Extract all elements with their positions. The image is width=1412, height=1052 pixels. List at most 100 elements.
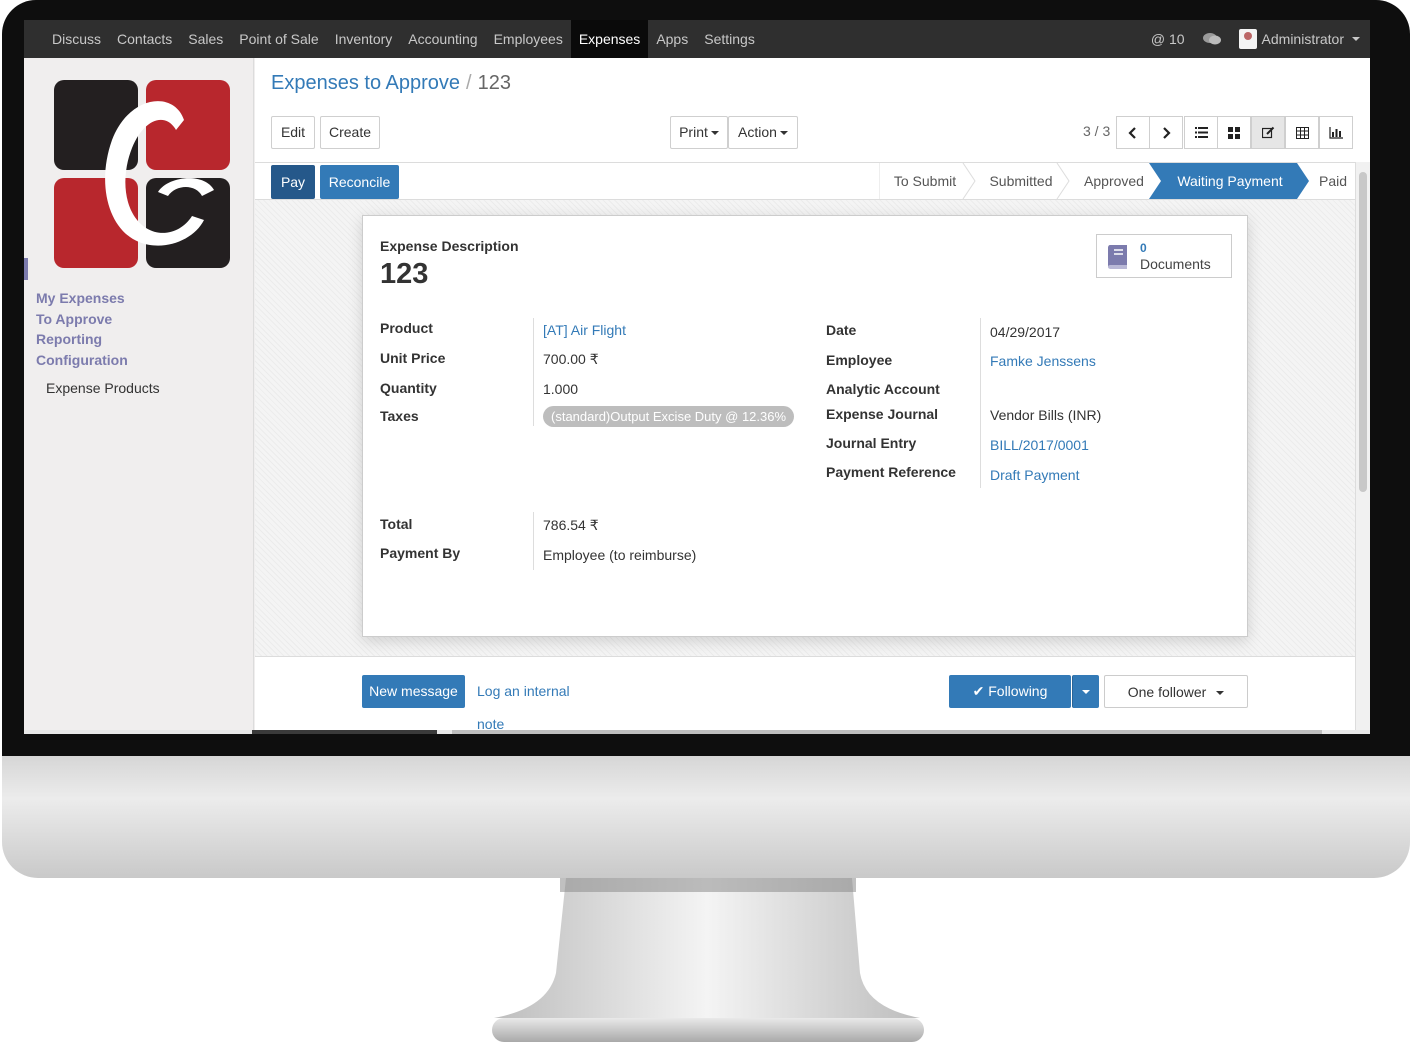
sidebar-item-my-expenses[interactable]: My Expenses: [36, 288, 160, 309]
left-sidebar: My Expenses To Approve Reporting Configu…: [24, 58, 254, 734]
app-menu: Discuss Contacts Sales Point of Sale Invento…: [44, 20, 763, 58]
sidebar-item-to-approve[interactable]: To Approve: [36, 309, 160, 330]
payment-by-label: Payment By: [380, 545, 461, 561]
breadcrumb-parent[interactable]: Expenses to Approve: [271, 72, 460, 94]
menu-item-accounting[interactable]: Accounting: [400, 20, 485, 58]
following-button[interactable]: ✔ Following: [949, 675, 1071, 708]
product-value[interactable]: [AT] Air Flight: [543, 322, 626, 338]
documents-button[interactable]: 0 Documents: [1096, 234, 1232, 278]
stage-submitted[interactable]: Submitted: [981, 163, 1061, 199]
log-note-link[interactable]: Log an internal note: [477, 675, 597, 732]
chevron-down-icon: [1216, 691, 1225, 696]
payment-by-value: Employee (to reimburse): [543, 547, 697, 563]
top-navbar: Discuss Contacts Sales Point of Sale Invento…: [24, 20, 1370, 58]
pay-button[interactable]: Pay: [271, 165, 315, 199]
menu-item-expenses[interactable]: Expenses: [570, 20, 649, 58]
stage-paid[interactable]: Paid: [1313, 163, 1353, 199]
menu-item-discuss[interactable]: Discuss: [44, 20, 109, 58]
following-label: Following: [988, 683, 1048, 699]
monitor-frame: Discuss Contacts Sales Point of Sale Invento…: [0, 0, 1412, 1052]
control-panel: Expenses to Approve /123 Edit Create Prin…: [255, 58, 1370, 162]
kanban-icon: [1228, 126, 1240, 139]
chat-icon[interactable]: [1202, 32, 1221, 46]
sidebar-active-marker: [24, 258, 28, 280]
edit-button[interactable]: Edit: [271, 116, 315, 149]
payment-reference-value[interactable]: Draft Payment: [990, 467, 1079, 483]
scrollbar-thumb[interactable]: [1359, 172, 1367, 492]
taxes-label: Taxes: [380, 408, 419, 424]
menu-item-apps[interactable]: Apps: [648, 20, 696, 58]
chevron-down-icon: [1082, 690, 1090, 695]
quantity-label: Quantity: [380, 380, 437, 396]
screen: Discuss Contacts Sales Point of Sale Invento…: [24, 20, 1370, 734]
expense-journal-label: Expense Journal: [826, 406, 939, 422]
field-divider: [980, 318, 981, 488]
form-view-button[interactable]: [1251, 116, 1285, 149]
employee-value[interactable]: Famke Jenssens: [990, 353, 1096, 369]
user-avatar: [1238, 29, 1257, 49]
main-content: Expenses to Approve/123 Edit Create Prin…: [255, 58, 1370, 734]
vertical-scrollbar[interactable]: [1355, 162, 1370, 734]
sidebar-nav: My Expenses To Approve Reporting Configu…: [36, 288, 160, 396]
sidebar-item-reporting[interactable]: Reporting: [36, 329, 160, 350]
chevron-down-icon: [710, 131, 719, 136]
horizontal-scrollbar: [24, 730, 1370, 734]
total-value: 786.54 ₹: [543, 517, 599, 533]
print-label: Print: [679, 124, 708, 140]
pager-next-button[interactable]: [1149, 116, 1183, 149]
bar-chart-icon: [1329, 126, 1343, 139]
print-dropdown[interactable]: Print: [670, 116, 728, 149]
form-sheet: Expense Description 123 0 Documents Prod…: [362, 215, 1248, 637]
reconcile-button[interactable]: Reconcile: [320, 165, 399, 199]
sidebar-item-configuration[interactable]: Configuration: [36, 350, 160, 371]
mentions-counter[interactable]: @ 10: [1151, 31, 1185, 47]
scroll-segment: [252, 730, 437, 734]
pager-previous-button[interactable]: [1116, 116, 1150, 149]
unit-price-value: 700.00 ₹: [543, 351, 599, 367]
list-icon: [1194, 127, 1208, 138]
stage-approved[interactable]: Approved: [1073, 163, 1155, 199]
stage-waiting-payment[interactable]: Waiting Payment: [1167, 163, 1293, 199]
field-divider: [533, 318, 534, 426]
following-dropdown-toggle[interactable]: [1072, 675, 1099, 708]
employee-label: Employee: [826, 352, 893, 368]
list-view-button[interactable]: [1184, 116, 1218, 149]
stage-to-submit[interactable]: To Submit: [887, 163, 963, 199]
date-value: 04/29/2017: [990, 324, 1061, 340]
status-bar: Pay Reconcile To Submit Submitted Approv…: [255, 162, 1355, 200]
breadcrumb: Expenses to Approve /123: [271, 72, 511, 95]
tax-tag: (standard)Output Excise Duty @ 12.36%: [543, 406, 795, 427]
menu-item-point-of-sale[interactable]: Point of Sale: [231, 20, 326, 58]
expense-journal-value: Vendor Bills (INR): [990, 407, 1102, 423]
chevron-left-icon: [1128, 126, 1136, 139]
form-background: Expense Description 123 0 Documents Prod…: [255, 200, 1355, 656]
chevron-down-icon: [779, 131, 788, 136]
menu-item-contacts[interactable]: Contacts: [109, 20, 180, 58]
journal-entry-value[interactable]: BILL/2017/0001: [990, 437, 1089, 453]
chevron-down-icon: [1352, 37, 1360, 41]
date-label: Date: [826, 322, 857, 338]
chevron-right-icon: [1163, 126, 1171, 139]
sidebar-item-expense-products[interactable]: Expense Products: [46, 380, 160, 396]
followers-dropdown[interactable]: One follower: [1104, 675, 1248, 708]
kanban-view-button[interactable]: [1217, 116, 1251, 149]
graph-view-button[interactable]: [1319, 116, 1353, 149]
total-label: Total: [380, 516, 413, 532]
journal-entry-label: Journal Entry: [826, 435, 917, 451]
pivot-view-button[interactable]: [1285, 116, 1319, 149]
menu-item-sales[interactable]: Sales: [180, 20, 231, 58]
menu-item-employees[interactable]: Employees: [486, 20, 571, 58]
description-value: 123: [380, 258, 429, 290]
company-logo: [54, 80, 230, 268]
quantity-value: 1.000: [543, 381, 579, 397]
create-button[interactable]: Create: [320, 116, 380, 149]
menu-item-inventory[interactable]: Inventory: [327, 20, 401, 58]
monitor-chin: [2, 756, 1410, 878]
followers-label: One follower: [1127, 684, 1207, 700]
description-label: Expense Description: [380, 238, 519, 254]
user-menu[interactable]: Administrator: [1238, 29, 1360, 49]
menu-item-settings[interactable]: Settings: [696, 20, 763, 58]
check-icon: ✔: [972, 683, 985, 699]
new-message-button[interactable]: New message: [362, 675, 465, 708]
action-dropdown[interactable]: Action: [728, 116, 798, 149]
